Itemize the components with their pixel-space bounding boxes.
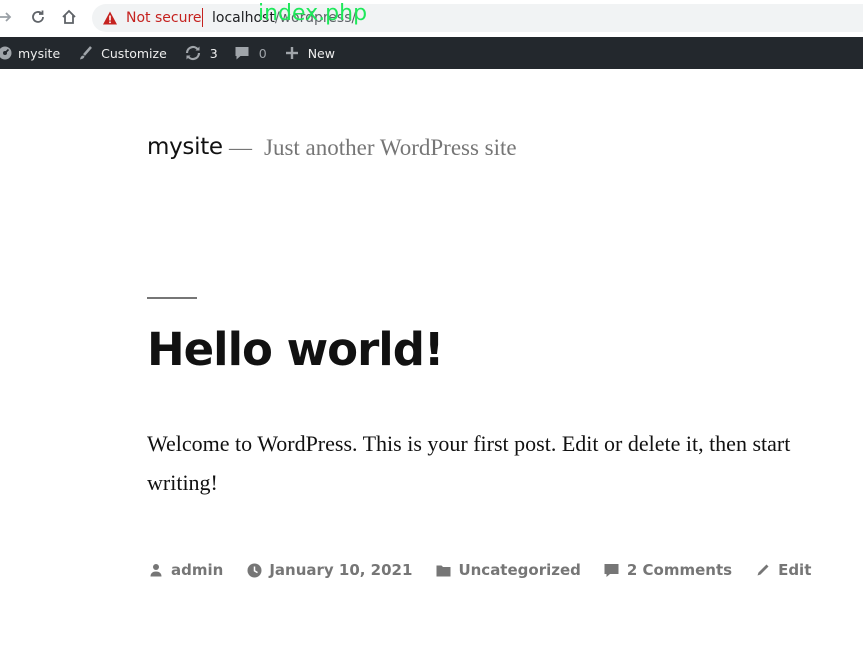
post-meta: admin January 10, 2021 Uncategorized 2 C…: [147, 558, 833, 582]
plus-icon: [285, 46, 299, 60]
post-category[interactable]: Uncategorized: [434, 561, 581, 579]
browser-toolbar: Not secure localhost/wordpress/ index.ph…: [0, 0, 863, 36]
post-title-rule: [147, 297, 197, 299]
clock-icon: [245, 563, 263, 578]
post-content: Welcome to WordPress. This is your first…: [147, 431, 791, 495]
admin-bar-site-name: mysite: [18, 45, 61, 61]
post-edit[interactable]: Edit: [754, 561, 811, 579]
post-date[interactable]: January 10, 2021: [245, 561, 412, 579]
pencil-icon: [754, 563, 772, 577]
post-edit-text: Edit: [778, 561, 812, 579]
folder-icon: [434, 564, 452, 577]
site-title-link[interactable]: mysite: [147, 134, 223, 160]
admin-bar-comments[interactable]: 0: [234, 37, 267, 69]
admin-bar-customize-label: Customize: [101, 45, 167, 61]
paintbrush-icon: [77, 45, 93, 61]
not-secure-label[interactable]: Not secure: [126, 10, 202, 26]
forward-arrow-icon[interactable]: [0, 6, 16, 28]
site-tagline: Just another WordPress site: [264, 135, 517, 160]
post-comments[interactable]: 2 Comments: [603, 561, 732, 579]
person-icon: [147, 563, 165, 577]
admin-bar-customize[interactable]: Customize: [77, 37, 167, 69]
post-comments-text: 2 Comments: [626, 561, 733, 579]
comments-count: 0: [258, 45, 267, 61]
updates-icon: [184, 45, 202, 61]
wp-admin-bar: mysite Customize 3 0 New: [0, 37, 863, 69]
comment-bubble-icon: [234, 45, 250, 61]
admin-bar-new-label: New: [307, 45, 335, 61]
address-bar[interactable]: Not secure localhost/wordpress/: [92, 4, 863, 32]
url-overlay-text: index.php: [258, 1, 368, 26]
updates-count: 3: [209, 45, 218, 61]
warning-icon: [103, 11, 117, 25]
omnibox-divider: [202, 8, 203, 27]
comment-icon: [603, 563, 621, 578]
admin-bar-updates[interactable]: 3: [184, 37, 218, 69]
post-category-text: Uncategorized: [458, 561, 581, 579]
reload-icon[interactable]: [27, 6, 49, 28]
post-date-text: January 10, 2021: [269, 561, 413, 579]
post-title[interactable]: Hello world!: [147, 323, 444, 376]
site-title-separator: —: [229, 135, 252, 160]
dashboard-icon: [0, 46, 12, 60]
post-author-name: admin: [171, 561, 224, 579]
admin-bar-new[interactable]: New: [285, 37, 335, 69]
home-icon[interactable]: [58, 6, 80, 28]
admin-bar-site-menu[interactable]: mysite: [0, 37, 60, 69]
post-author[interactable]: admin: [147, 561, 223, 579]
